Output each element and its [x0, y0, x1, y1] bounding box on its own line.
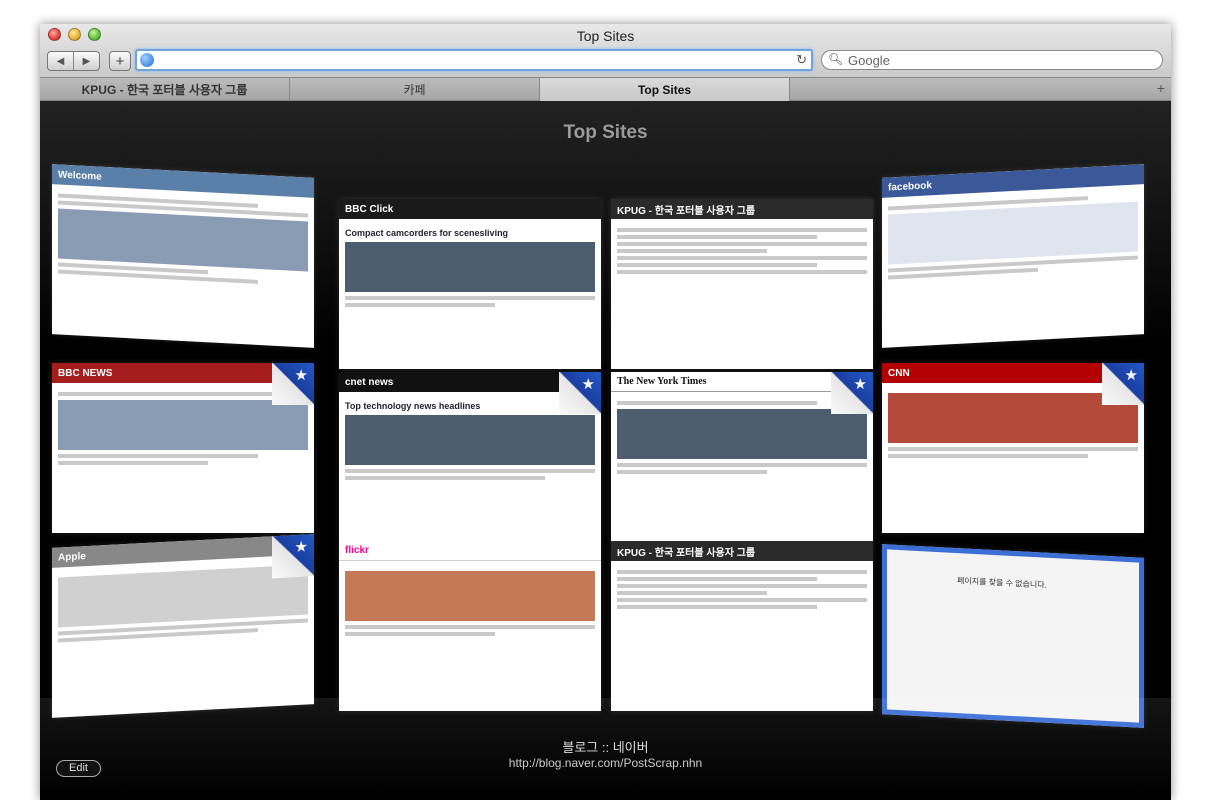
search-bar[interactable]: 🔍︎: [821, 50, 1163, 70]
thumbnail-title: cnet news: [345, 376, 394, 388]
tab-top-sites[interactable]: Top Sites: [540, 78, 790, 101]
thumbnail-10[interactable]: flickr: [339, 541, 601, 711]
edit-button[interactable]: Edit: [56, 760, 101, 777]
pinned-star-icon: ★: [1102, 363, 1144, 405]
thumbnail-title: The New York Times: [617, 376, 707, 387]
thumbnail-4[interactable]: facebook: [882, 164, 1144, 348]
pinned-star-icon: ★: [831, 372, 873, 414]
browser-window: Top Sites ◀ ▶ + ↻ 🔍︎ KPUG - 한국 포터블 사용자 그…: [40, 24, 1171, 800]
globe-icon: [140, 53, 154, 67]
thumbnail-2[interactable]: BBC Click Compact camcorders for scenesl…: [339, 199, 601, 369]
thumbnail-title: flickr: [345, 545, 369, 556]
hover-caption-title: 블로그 :: 네이버: [562, 740, 649, 755]
add-bookmark-button[interactable]: +: [109, 51, 131, 71]
thumbnail-1[interactable]: Welcome: [52, 164, 314, 348]
back-button[interactable]: ◀: [48, 52, 73, 70]
window-title: Top Sites: [576, 28, 635, 44]
reload-icon[interactable]: ↻: [796, 51, 807, 69]
thumbnail-title: BBC Click: [345, 203, 394, 215]
url-input[interactable]: [157, 51, 777, 69]
thumbnail-9[interactable]: Apple ★: [52, 534, 314, 718]
thumbnail-title: KPUG - 한국 포터블 사용자 그룹: [617, 205, 756, 217]
pinned-star-icon: ★: [559, 372, 601, 414]
thumbnail-8[interactable]: CNN ★: [882, 363, 1144, 533]
address-bar[interactable]: ↻: [135, 49, 813, 71]
hover-caption-url: http://blog.naver.com/PostScrap.nhn: [508, 756, 703, 770]
thumbnail-title: Welcome: [58, 168, 102, 183]
thumbnail-7[interactable]: The New York Times ★: [611, 372, 873, 542]
forward-button[interactable]: ▶: [73, 52, 99, 70]
thumbnail-title: Apple: [58, 550, 86, 564]
pinned-star-icon: ★: [272, 363, 314, 405]
tab-bar: KPUG - 한국 포터블 사용자 그룹 카페 Top Sites +: [40, 77, 1171, 101]
tab-kpug[interactable]: KPUG - 한국 포터블 사용자 그룹: [40, 78, 290, 101]
thumbnail-3[interactable]: KPUG - 한국 포터블 사용자 그룹: [611, 199, 873, 369]
thumbnail-title: BBC NEWS: [58, 367, 113, 379]
thumbnail-title: facebook: [888, 179, 932, 194]
thumbnail-6[interactable]: cnet news Top technology news headlines …: [339, 372, 601, 542]
thumbnail-title: CNN: [888, 367, 910, 379]
top-sites-view: Top Sites Welcome BBC Click Compact camc…: [40, 101, 1171, 800]
tab-cafe[interactable]: 카페: [290, 78, 540, 101]
search-icon[interactable]: 🔍︎: [828, 52, 843, 66]
page-title: Top Sites: [563, 122, 648, 143]
history-buttons: ◀ ▶: [47, 51, 100, 71]
new-tab-button[interactable]: +: [1157, 80, 1165, 96]
search-input[interactable]: [848, 52, 1148, 68]
thumbnail-title: KPUG - 한국 포터블 사용자 그룹: [617, 547, 756, 559]
thumbnail-title: 페이지를 찾을 수 없습니다.: [957, 576, 1047, 590]
thumbnail-11[interactable]: KPUG - 한국 포터블 사용자 그룹: [611, 541, 873, 711]
title-bar: Top Sites ◀ ▶ + ↻ 🔍︎ KPUG - 한국 포터블 사용자 그…: [40, 24, 1171, 101]
thumbnail-5[interactable]: BBC NEWS ★: [52, 363, 314, 533]
pinned-star-icon: ★: [272, 534, 314, 579]
